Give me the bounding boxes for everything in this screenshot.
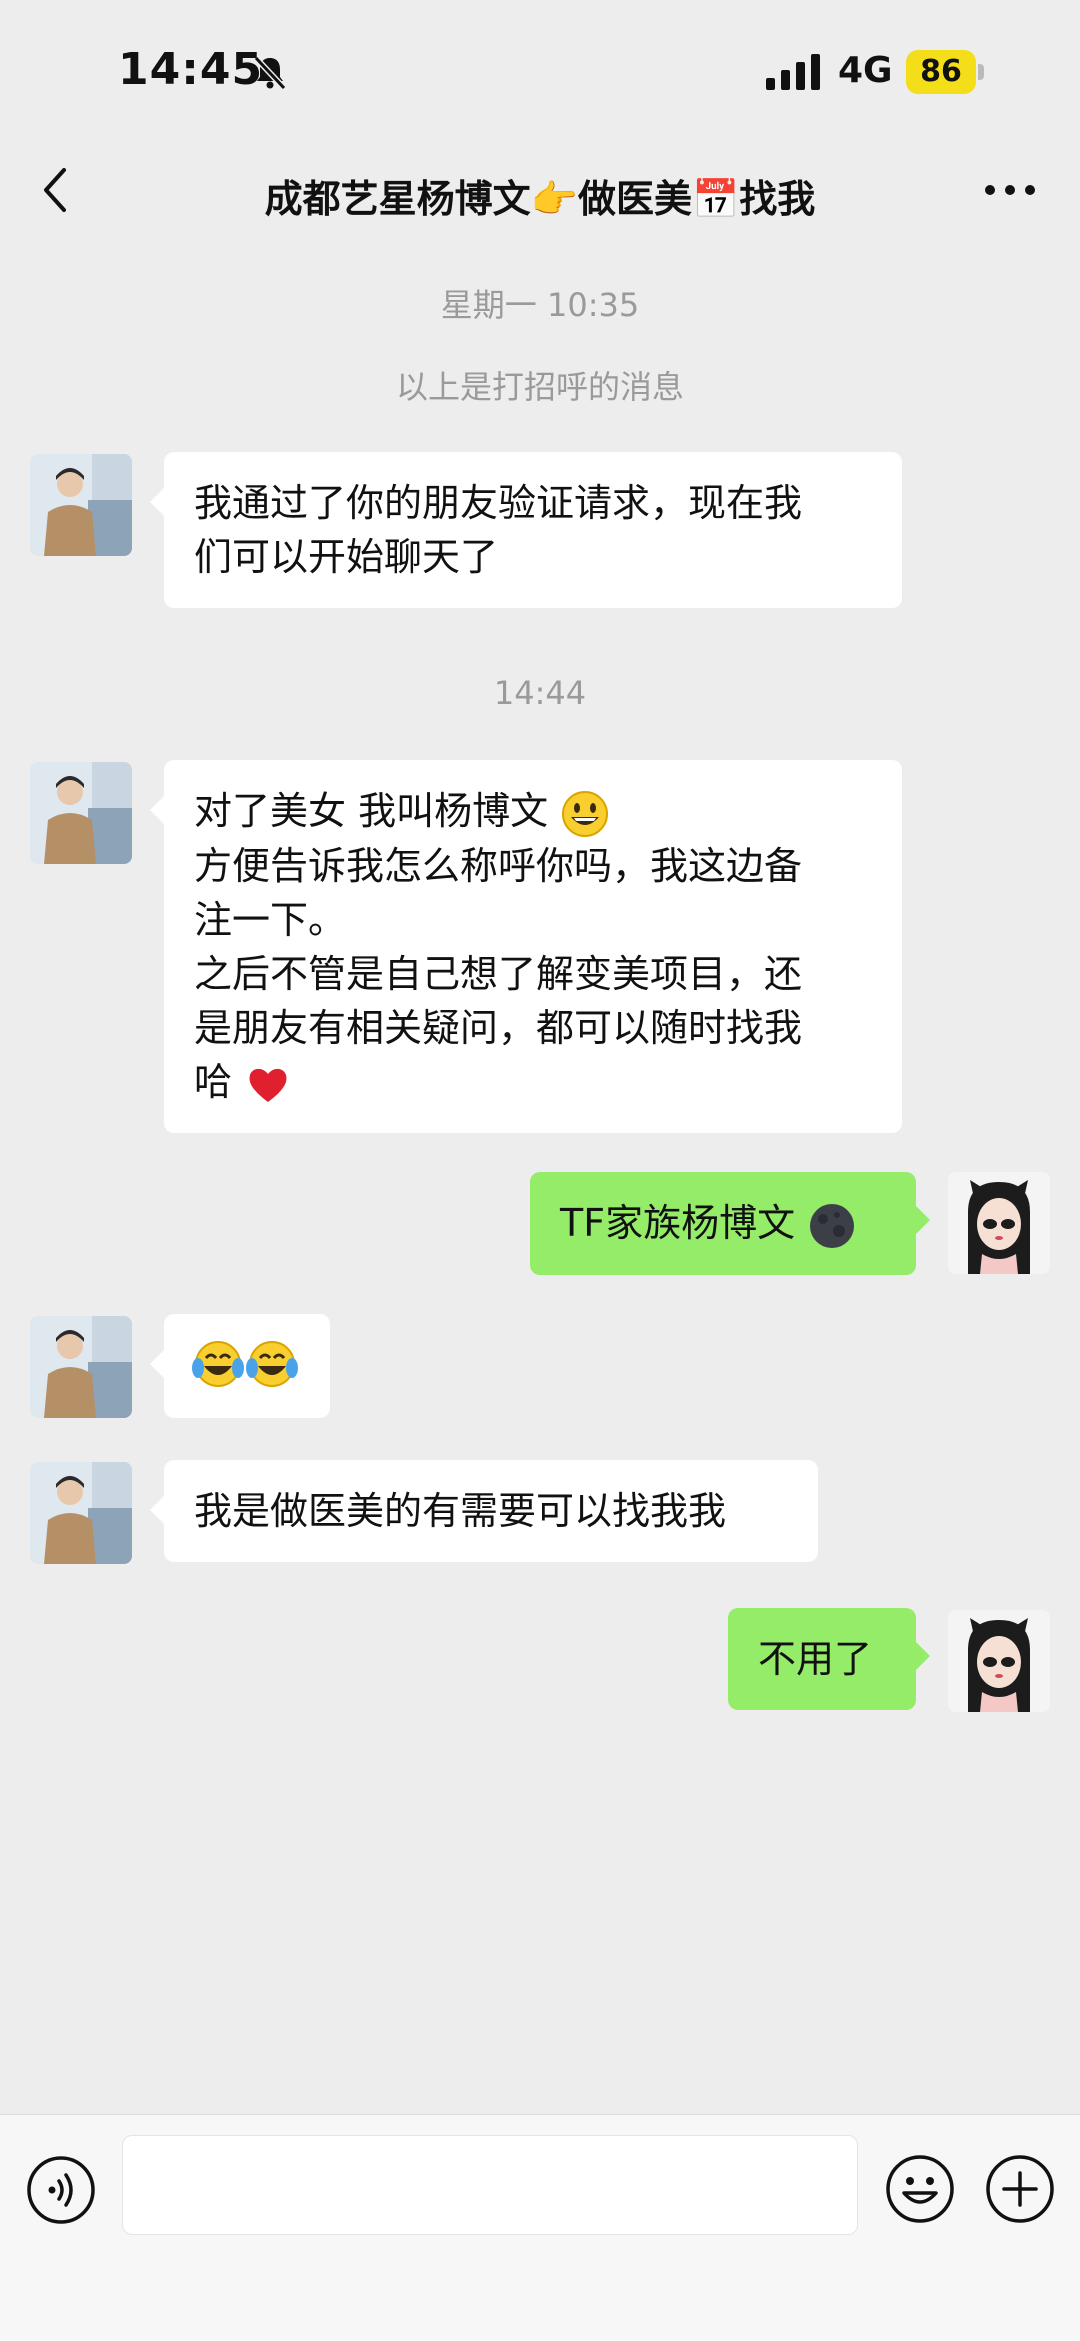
chat-title: 成都艺星杨博文👉做医美📅找我 [264,177,816,221]
message-text: TF家族杨博文 [560,1201,796,1245]
battery-indicator: 86 [906,50,986,94]
message-text: 不用了 [758,1637,873,1681]
message-text: 对了美女 我叫杨博文 [194,789,549,833]
plus-icon[interactable] [984,2153,1056,2225]
grinning-emoji [562,790,609,837]
input-bar [0,2114,1080,2341]
message-bubble: 我是做医美的有需要可以找我我 [150,1460,818,1562]
my-avatar[interactable] [948,1610,1050,1712]
emoji-icon[interactable] [884,2153,956,2225]
message-text: 们可以开始聊天了 [194,535,499,579]
message-text: 注一下。 [194,897,347,942]
status-bar: 14:45 4G 86 [0,0,1080,150]
dark-moon-emoji [810,1203,855,1248]
signal-icon [766,54,820,90]
message-bubble-sent: 不用了 [728,1608,930,1710]
message-text: 我是做医美的有需要可以找我我 [194,1489,727,1533]
back-icon[interactable] [34,158,78,222]
message-text: 哈 [194,1059,233,1104]
bell-muted-icon [253,55,287,91]
message-text: 我通过了你的朋友验证请求，现在我 [194,481,803,525]
more-icon[interactable] [980,170,1040,210]
time-stamp: 14:44 [493,674,587,712]
chat-header: 成都艺星杨博文👉做医美📅找我 [0,150,1080,230]
tears-of-joy-emoji [192,1341,298,1387]
battery-level: 86 [920,54,962,89]
red-heart-emoji [249,1068,287,1102]
contact-avatar[interactable] [30,1316,132,1418]
contact-avatar[interactable] [30,454,132,556]
message-bubble-sent: TF家族杨博文 [530,1172,930,1275]
message-text: 方便告诉我怎么称呼你吗，我这边备 [194,843,803,888]
message-bubble: 我通过了你的朋友验证请求，现在我 们可以开始聊天了 [150,452,902,608]
my-avatar[interactable] [948,1172,1050,1274]
voice-icon[interactable] [26,2155,96,2225]
network-type: 4G [838,50,893,91]
message-input[interactable] [122,2135,858,2235]
message-text: 是朋友有相关疑问，都可以随时找我 [194,1005,803,1050]
contact-avatar[interactable] [30,1462,132,1564]
greeting-note: 以上是打招呼的消息 [395,368,684,406]
message-bubble [150,1314,330,1418]
message-bubble: 对了美女 我叫杨博文 方便告诉我怎么称呼你吗，我这边备 注一下。 之后不管是自己… [150,760,902,1133]
date-stamp: 星期一 10:35 [440,286,640,324]
message-text: 之后不管是自己想了解变美项目，还 [194,951,803,996]
contact-avatar[interactable] [30,762,132,864]
status-time: 14:45 [118,44,264,95]
